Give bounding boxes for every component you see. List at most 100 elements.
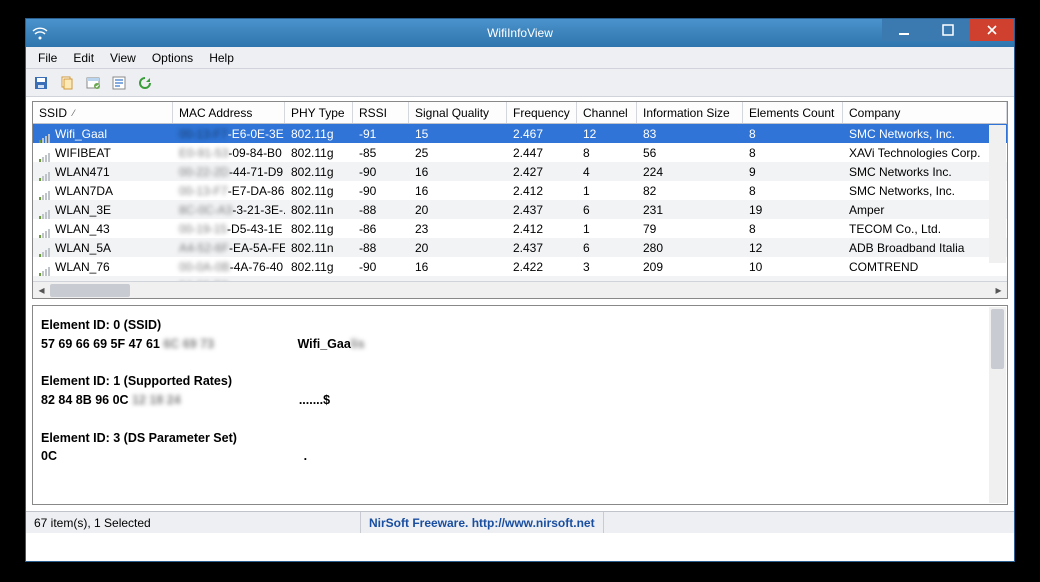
- detail-el3-hex: 0C: [41, 449, 57, 463]
- table-row[interactable]: Wifi_Gaal00-13-F7-E6-0E-3E802.11g-91152.…: [33, 124, 1007, 143]
- cell-chan: 6: [577, 200, 637, 219]
- grid-horizontal-scrollbar[interactable]: ◂ ▸: [33, 281, 1007, 298]
- menu-options[interactable]: Options: [144, 49, 201, 67]
- titlebar[interactable]: WifiInfoView: [26, 19, 1014, 47]
- cell-chan: 3: [577, 257, 637, 276]
- cell-ssid: WLAN_43: [33, 219, 173, 238]
- cell-ssid: WLAN_3E: [33, 200, 173, 219]
- detail-el3-title: Element ID: 3 (DS Parameter Set): [41, 431, 237, 445]
- cell-phy: 802.11g: [285, 124, 353, 143]
- minimize-button[interactable]: [882, 19, 926, 41]
- cell-signal: 23: [409, 219, 507, 238]
- wifi-signal-icon: [39, 186, 51, 196]
- column-header-phy[interactable]: PHY Type: [285, 102, 353, 123]
- detail-el0-hex-extra: 6C 69 73: [163, 337, 214, 351]
- column-header-chan[interactable]: Channel: [577, 102, 637, 123]
- cell-freq: 2.412: [507, 181, 577, 200]
- detail-el1-hex: 82 84 8B 96 0C: [41, 393, 129, 407]
- copy-icon[interactable]: [56, 72, 78, 94]
- cell-elem: 9: [743, 162, 843, 181]
- detail-el0-ascii: Wifi_Gaa: [297, 337, 350, 351]
- table-row[interactable]: WLAN_3E8C-0C-A3-3-21-3E-...802.11n-88202…: [33, 200, 1007, 219]
- cell-elem: 8: [743, 124, 843, 143]
- wifi-signal-icon: [39, 243, 51, 253]
- cell-freq: 2.467: [507, 124, 577, 143]
- app-window: WifiInfoView FileEditViewOptionsHelp SSI…: [25, 18, 1015, 562]
- close-button[interactable]: [970, 19, 1014, 41]
- cell-freq: 2.437: [507, 238, 577, 257]
- cell-mac: 00-22-2D-44-71-D9: [173, 162, 285, 181]
- cell-rssi: -88: [353, 200, 409, 219]
- cell-rssi: -90: [353, 162, 409, 181]
- detail-el1-hex-extra: 12 18 24: [132, 393, 181, 407]
- cell-signal: 25: [409, 143, 507, 162]
- column-header-signal[interactable]: Signal Quality: [409, 102, 507, 123]
- detail-pane[interactable]: Element ID: 0 (SSID) 57 69 66 69 5F 47 6…: [32, 305, 1008, 505]
- detail-vertical-scrollbar[interactable]: [989, 307, 1006, 503]
- detail-el0-title: Element ID: 0 (SSID): [41, 318, 161, 332]
- cell-company: ADB Broadband Italia: [843, 238, 1007, 257]
- grid-header: SSID⁄MAC AddressPHY TypeRSSISignal Quali…: [33, 102, 1007, 124]
- menu-help[interactable]: Help: [201, 49, 242, 67]
- cell-freq: 2.437: [507, 200, 577, 219]
- column-header-company[interactable]: Company: [843, 102, 1007, 123]
- cell-mac: 00-13-F7-E7-DA-86: [173, 181, 285, 200]
- detail-el1-title: Element ID: 1 (Supported Rates): [41, 374, 232, 388]
- refresh-icon[interactable]: [134, 72, 156, 94]
- menu-edit[interactable]: Edit: [65, 49, 102, 67]
- cell-phy: 802.11g: [285, 143, 353, 162]
- scroll-right-icon[interactable]: ▸: [990, 282, 1007, 299]
- cell-chan: 1: [577, 219, 637, 238]
- cell-ssid: WLAN_5A: [33, 238, 173, 257]
- table-row[interactable]: WIFIBEATE0-91-53-09-84-B0802.11g-85252.4…: [33, 143, 1007, 162]
- table-row[interactable]: WLAN47100-22-2D-44-71-D9802.11g-90162.42…: [33, 162, 1007, 181]
- cell-mac: A4-52-6F-EA-5A-FE: [173, 238, 285, 257]
- column-header-freq[interactable]: Frequency: [507, 102, 577, 123]
- properties-icon[interactable]: [82, 72, 104, 94]
- cell-phy: 802.11n: [285, 238, 353, 257]
- column-header-ssid[interactable]: SSID⁄: [33, 102, 173, 123]
- scroll-left-icon[interactable]: ◂: [33, 282, 50, 299]
- grid-body[interactable]: Wifi_Gaal00-13-F7-E6-0E-3E802.11g-91152.…: [33, 124, 1007, 281]
- detail-el0-hex: 57 69 66 69 5F 47 61: [41, 337, 160, 351]
- options-icon[interactable]: [108, 72, 130, 94]
- status-credit[interactable]: NirSoft Freeware. http://www.nirsoft.net: [361, 512, 604, 533]
- cell-signal: 20: [409, 200, 507, 219]
- statusbar: 67 item(s), 1 Selected NirSoft Freeware.…: [26, 511, 1014, 533]
- menu-file[interactable]: File: [30, 49, 65, 67]
- column-header-info[interactable]: Information Size: [637, 102, 743, 123]
- cell-mac: 00-13-F7-E6-0E-3E: [173, 124, 285, 143]
- column-header-elem[interactable]: Elements Count: [743, 102, 843, 123]
- cell-phy: 802.11n: [285, 200, 353, 219]
- toolbar: [26, 69, 1014, 97]
- cell-chan: 1: [577, 181, 637, 200]
- column-header-rssi[interactable]: RSSI: [353, 102, 409, 123]
- cell-company: COMTREND: [843, 257, 1007, 276]
- cell-phy: 802.11g: [285, 257, 353, 276]
- wifi-signal-icon: [39, 129, 51, 139]
- save-icon[interactable]: [30, 72, 52, 94]
- maximize-button[interactable]: [926, 19, 970, 41]
- cell-ssid: Wifi_Gaal: [33, 124, 173, 143]
- cell-company: XAVi Technologies Corp.: [843, 143, 1007, 162]
- wifi-signal-icon: [39, 205, 51, 215]
- table-row[interactable]: WLAN_4300-19-15-D5-43-1E802.11g-86232.41…: [33, 219, 1007, 238]
- table-row[interactable]: WLAN7DA00-13-F7-E7-DA-86802.11g-90162.41…: [33, 181, 1007, 200]
- cell-mac: E0-91-53-09-84-B0: [173, 143, 285, 162]
- cell-phy: 802.11g: [285, 162, 353, 181]
- cell-info: 56: [637, 143, 743, 162]
- cell-info: 209: [637, 257, 743, 276]
- cell-info: 82: [637, 181, 743, 200]
- grid-vertical-scrollbar[interactable]: [989, 125, 1006, 263]
- cell-rssi: -86: [353, 219, 409, 238]
- menu-view[interactable]: View: [102, 49, 144, 67]
- cell-signal: 15: [409, 124, 507, 143]
- column-header-mac[interactable]: MAC Address: [173, 102, 285, 123]
- table-row[interactable]: WLAN_5AA4-52-6F-EA-5A-FE802.11n-88202.43…: [33, 238, 1007, 257]
- cell-ssid: WLAN471: [33, 162, 173, 181]
- cell-chan: 12: [577, 124, 637, 143]
- cell-elem: 8: [743, 181, 843, 200]
- cell-mac: 8C-0C-A3-3-21-3E-...: [173, 200, 285, 219]
- menubar: FileEditViewOptionsHelp: [26, 47, 1014, 69]
- table-row[interactable]: WLAN_7600-0A-0B-4A-76-40802.11g-90162.42…: [33, 257, 1007, 276]
